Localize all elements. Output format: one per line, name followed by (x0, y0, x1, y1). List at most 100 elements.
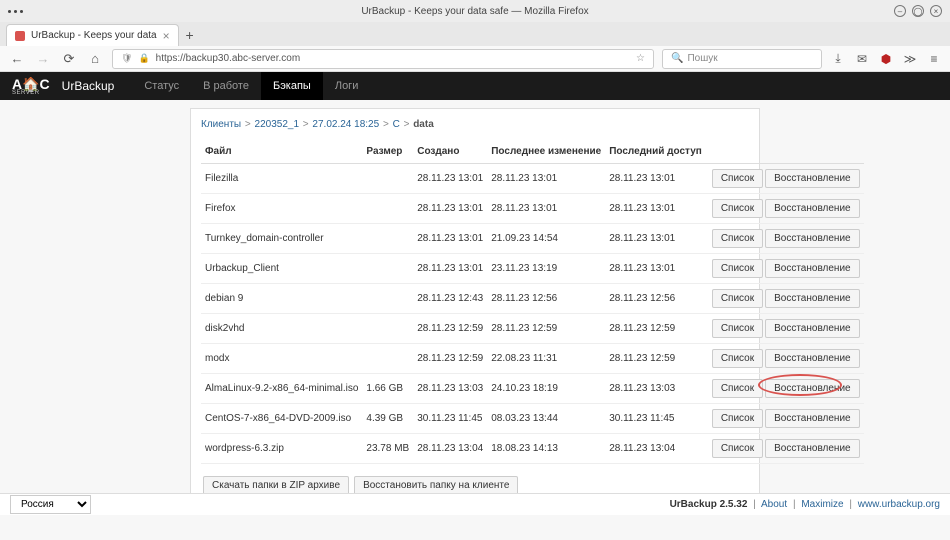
restore-button[interactable]: Восстановление (765, 259, 860, 278)
breadcrumb-backup-time[interactable]: 27.02.24 18:25 (312, 119, 379, 130)
content-panel: Клиенты > 220352_1 > 27.02.24 18:25 > C … (190, 108, 760, 506)
cell-size: 4.39 GB (362, 404, 413, 434)
list-button[interactable]: Список (712, 409, 763, 428)
cell-actions: СписокВосстановление (706, 374, 864, 404)
restore-button[interactable]: Восстановление (765, 199, 860, 218)
cell-created: 28.11.23 12:59 (413, 314, 487, 344)
list-button[interactable]: Список (712, 439, 763, 458)
cell-filename: Filezilla (201, 164, 362, 194)
window-menu-dots[interactable] (8, 10, 23, 13)
nav-inprogress[interactable]: В работе (191, 72, 261, 100)
col-size: Размер (362, 140, 413, 164)
restore-button[interactable]: Восстановление (765, 409, 860, 428)
cell-modified: 18.08.23 14:13 (487, 434, 605, 464)
list-button[interactable]: Список (712, 199, 763, 218)
cell-accessed: 28.11.23 13:01 (605, 254, 706, 284)
search-input[interactable]: 🔍 Пошук (662, 49, 822, 69)
breadcrumb-drive[interactable]: C (393, 119, 400, 130)
cell-accessed: 28.11.23 13:01 (605, 194, 706, 224)
restore-button[interactable]: Восстановление (765, 379, 860, 398)
cell-filename: modx (201, 344, 362, 374)
cell-size (362, 314, 413, 344)
table-row: Filezilla28.11.23 13:0128.11.23 13:0128.… (201, 164, 864, 194)
cell-actions: СписокВосстановление (706, 434, 864, 464)
search-placeholder: Пошук (687, 53, 717, 64)
forward-button[interactable]: → (34, 50, 52, 68)
cell-modified: 21.09.23 14:54 (487, 224, 605, 254)
download-icon[interactable]: ⤓ (830, 51, 846, 67)
restore-button[interactable]: Восстановление (765, 229, 860, 248)
restore-button[interactable]: Восстановление (765, 319, 860, 338)
cell-filename: Urbackup_Client (201, 254, 362, 284)
tab-title: UrBackup - Keeps your data (31, 30, 157, 41)
logo: A🏠C SERVER (12, 77, 50, 96)
cell-accessed: 28.11.23 13:01 (605, 164, 706, 194)
list-button[interactable]: Список (712, 259, 763, 278)
restore-button[interactable]: Восстановление (765, 349, 860, 368)
window-maximize-icon[interactable]: ◯ (912, 5, 924, 17)
browser-tab[interactable]: UrBackup - Keeps your data × (6, 24, 179, 46)
home-button[interactable]: ⌂ (86, 50, 104, 68)
tab-close-icon[interactable]: × (163, 29, 170, 43)
footer-version: UrBackup 2.5.32 (670, 499, 748, 510)
cell-actions: СписокВосстановление (706, 194, 864, 224)
col-file: Файл (201, 140, 362, 164)
nav-status[interactable]: Статус (132, 72, 191, 100)
footer-about[interactable]: About (761, 499, 787, 510)
breadcrumb-clients[interactable]: Клиенты (201, 119, 241, 130)
list-button[interactable]: Список (712, 349, 763, 368)
new-tab-button[interactable]: + (179, 24, 201, 46)
col-actions (706, 140, 864, 164)
cell-size (362, 164, 413, 194)
nav-logs[interactable]: Логи (323, 72, 371, 100)
restore-button[interactable]: Восстановление (765, 439, 860, 458)
back-button[interactable]: ← (8, 50, 26, 68)
cell-actions: СписокВосстановление (706, 224, 864, 254)
breadcrumb-client-id[interactable]: 220352_1 (255, 119, 300, 130)
url-text: https://backup30.abc-server.com (156, 53, 301, 64)
hamburger-icon[interactable]: ≡ (926, 51, 942, 67)
reload-button[interactable]: ⟳ (60, 50, 78, 68)
window-minimize-icon[interactable]: – (894, 5, 906, 17)
list-button[interactable]: Список (712, 379, 763, 398)
breadcrumb-current: data (413, 119, 434, 130)
table-row: wordpress-6.3.zip23.78 MB28.11.23 13:041… (201, 434, 864, 464)
bookmark-star-icon[interactable]: ☆ (636, 53, 645, 64)
file-table: Файл Размер Создано Последнее изменение … (201, 140, 864, 464)
mail-icon[interactable]: ✉ (854, 51, 870, 67)
cell-filename: Turnkey_domain-controller (201, 224, 362, 254)
cell-created: 28.11.23 13:04 (413, 434, 487, 464)
cell-size: 1.66 GB (362, 374, 413, 404)
logo-text: A🏠C (12, 77, 50, 91)
cell-modified: 22.08.23 11:31 (487, 344, 605, 374)
ublock-icon[interactable]: ⬢ (878, 51, 894, 67)
cell-modified: 28.11.23 13:01 (487, 164, 605, 194)
restore-button[interactable]: Восстановление (765, 169, 860, 188)
cell-size (362, 284, 413, 314)
cell-filename: debian 9 (201, 284, 362, 314)
cell-modified: 24.10.23 18:19 (487, 374, 605, 404)
list-button[interactable]: Список (712, 319, 763, 338)
cell-created: 28.11.23 13:01 (413, 164, 487, 194)
cell-size: 23.78 MB (362, 434, 413, 464)
extension-icon[interactable]: ≫ (902, 51, 918, 67)
list-button[interactable]: Список (712, 169, 763, 188)
list-button[interactable]: Список (712, 289, 763, 308)
url-input[interactable]: 🛡 🔒 https://backup30.abc-server.com ☆ (112, 49, 654, 69)
cell-size (362, 224, 413, 254)
cell-filename: disk2vhd (201, 314, 362, 344)
footer-maximize[interactable]: Maximize (801, 499, 843, 510)
language-select[interactable]: Россия (10, 495, 91, 514)
cell-accessed: 28.11.23 13:01 (605, 224, 706, 254)
cell-filename: wordpress-6.3.zip (201, 434, 362, 464)
footer-site[interactable]: www.urbackup.org (858, 499, 940, 510)
app-name: UrBackup (62, 79, 115, 93)
cell-accessed: 28.11.23 12:59 (605, 314, 706, 344)
nav-backups[interactable]: Бэкапы (261, 72, 323, 100)
window-close-icon[interactable]: × (930, 5, 942, 17)
cell-created: 30.11.23 11:45 (413, 404, 487, 434)
cell-actions: СписокВосстановление (706, 164, 864, 194)
list-button[interactable]: Список (712, 229, 763, 248)
restore-button[interactable]: Восстановление (765, 289, 860, 308)
cell-filename: AlmaLinux-9.2-x86_64-minimal.iso (201, 374, 362, 404)
